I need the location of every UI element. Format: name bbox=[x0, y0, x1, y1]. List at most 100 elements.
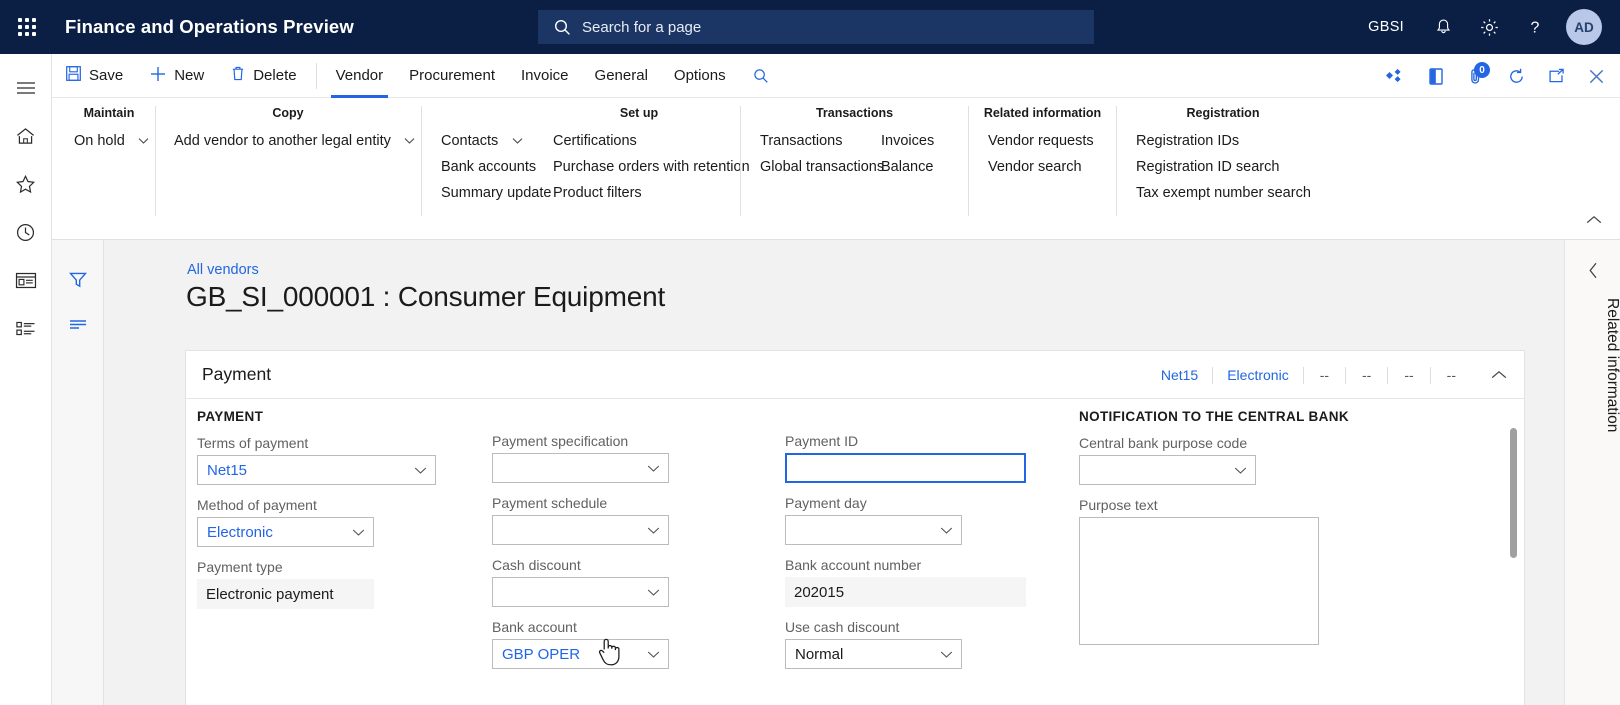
field-payment-type-label: Payment type bbox=[197, 559, 283, 575]
ribbon-item-registration-ids[interactable]: Registration IDs bbox=[1126, 128, 1321, 154]
ribbon-collapse-button[interactable] bbox=[1580, 208, 1608, 232]
ribbon-item-transactions[interactable]: Transactions bbox=[750, 128, 871, 154]
home-icon[interactable] bbox=[0, 112, 52, 160]
bank-account-combobox[interactable]: GBP OPER bbox=[492, 639, 669, 669]
favorites-star-icon[interactable] bbox=[0, 160, 52, 208]
purpose-text-textarea[interactable] bbox=[1079, 517, 1319, 645]
delete-button[interactable]: Delete bbox=[217, 54, 309, 98]
attachment-icon[interactable]: 0 bbox=[1456, 54, 1496, 98]
modules-list-icon[interactable] bbox=[0, 304, 52, 352]
breadcrumb[interactable]: All vendors bbox=[187, 262, 259, 278]
field-method-of-payment-label: Method of payment bbox=[197, 497, 317, 513]
chevron-down-icon bbox=[646, 523, 660, 537]
new-button[interactable]: New bbox=[136, 54, 217, 98]
help-question-icon[interactable]: ? bbox=[1512, 0, 1558, 54]
payment-section-header: Payment Net15 Electronic -- -- -- -- bbox=[186, 351, 1524, 399]
ribbon-item-vendor-search[interactable]: Vendor search bbox=[978, 154, 1104, 180]
close-icon[interactable] bbox=[1576, 54, 1616, 98]
office-app-icon[interactable] bbox=[1416, 54, 1456, 98]
terms-of-payment-value: Net15 bbox=[207, 461, 248, 479]
ribbon-item-summary-update[interactable]: Summary update bbox=[431, 180, 551, 206]
ribbon-item-contacts[interactable]: Contacts bbox=[431, 128, 543, 154]
ribbon-group-set-up-title: Set up bbox=[619, 106, 659, 120]
global-search-input[interactable]: Search for a page bbox=[538, 10, 1094, 44]
central-bank-purpose-code-combobox[interactable] bbox=[1079, 455, 1256, 485]
ribbon-item-add-vendor-label: Add vendor to another legal entity bbox=[174, 133, 391, 149]
chevron-down-icon bbox=[351, 525, 365, 539]
left-navigation-rail bbox=[0, 54, 52, 705]
payment-specification-combobox[interactable] bbox=[492, 453, 669, 483]
payment-day-combobox[interactable] bbox=[785, 515, 962, 545]
tab-general[interactable]: General bbox=[582, 54, 661, 98]
command-search-icon[interactable] bbox=[739, 68, 783, 84]
tab-options[interactable]: Options bbox=[661, 54, 739, 98]
terms-of-payment-combobox[interactable]: Net15 bbox=[197, 455, 436, 485]
field-payment-type: Payment type Electronic payment bbox=[197, 559, 447, 609]
chevron-down-icon bbox=[403, 134, 417, 148]
ribbon-item-certifications[interactable]: Certifications bbox=[543, 128, 760, 154]
ribbon-item-tax-exempt-number-search[interactable]: Tax exempt number search bbox=[1126, 180, 1321, 206]
ribbon-item-on-hold-label: On hold bbox=[74, 133, 125, 149]
filter-funnel-icon[interactable] bbox=[52, 258, 104, 302]
field-purpose-text-label: Purpose text bbox=[1079, 497, 1158, 513]
tab-invoice[interactable]: Invoice bbox=[508, 54, 582, 98]
cash-discount-combobox[interactable] bbox=[492, 577, 669, 607]
tab-procurement[interactable]: Procurement bbox=[396, 54, 508, 98]
tab-vendor[interactable]: Vendor bbox=[323, 54, 397, 98]
share-diamonds-icon[interactable] bbox=[1376, 54, 1416, 98]
save-button[interactable]: Save bbox=[52, 54, 136, 98]
ribbon-item-purchase-orders-with-retention[interactable]: Purchase orders with retention bbox=[543, 154, 760, 180]
payment-id-input[interactable] bbox=[785, 453, 1026, 483]
field-payment-specification: Payment specification bbox=[492, 433, 682, 483]
ribbon-group-registration-title: Registration bbox=[1186, 106, 1260, 120]
refresh-icon[interactable] bbox=[1496, 54, 1536, 98]
company-selector[interactable]: GBSI bbox=[1352, 0, 1420, 54]
ribbon-group-related-information: Related information Vendor requests Vend… bbox=[968, 106, 1116, 216]
field-use-cash-discount: Use cash discount Normal bbox=[785, 619, 1035, 669]
avatar[interactable]: AD bbox=[1566, 9, 1602, 45]
related-information-label[interactable]: Related information bbox=[1565, 298, 1620, 432]
app-title: Finance and Operations Preview bbox=[65, 16, 354, 37]
method-of-payment-value: Electronic bbox=[207, 523, 273, 541]
summary-method-of-payment[interactable]: Electronic bbox=[1213, 366, 1304, 384]
form-column-payment-id: Payment ID Payment day Bank account numb… bbox=[785, 409, 1035, 681]
recent-clock-icon[interactable] bbox=[0, 208, 52, 256]
popout-icon[interactable] bbox=[1536, 54, 1576, 98]
chevron-down-icon bbox=[1233, 463, 1247, 477]
content-area: All vendors GB_SI_000001 : Consumer Equi… bbox=[105, 240, 1529, 705]
top-bar-right-group: GBSI ? AD bbox=[1352, 0, 1620, 54]
page-title: GB_SI_000001 : Consumer Equipment bbox=[186, 281, 666, 312]
list-lines-icon[interactable] bbox=[52, 302, 104, 346]
ribbon-item-bank-accounts[interactable]: Bank accounts bbox=[431, 154, 543, 180]
new-button-label: New bbox=[174, 67, 205, 84]
vertical-scrollbar-thumb[interactable] bbox=[1510, 428, 1517, 558]
ribbon-item-balance-label: Balance bbox=[881, 159, 934, 175]
ribbon-item-registration-id-search[interactable]: Registration ID search bbox=[1126, 154, 1321, 180]
field-cash-discount-label: Cash discount bbox=[492, 557, 581, 573]
ribbon-item-add-vendor-to-another-legal-entity[interactable]: Add vendor to another legal entity bbox=[164, 128, 427, 154]
ribbon-item-balance[interactable]: Balance bbox=[871, 154, 944, 180]
ribbon-item-registration-ids-label: Registration IDs bbox=[1136, 133, 1240, 149]
ribbon-item-contacts-label: Contacts bbox=[441, 133, 499, 149]
ribbon-item-invoices[interactable]: Invoices bbox=[871, 128, 944, 154]
field-bank-account-number-label: Bank account number bbox=[785, 557, 922, 573]
ribbon-item-on-hold[interactable]: On hold bbox=[64, 128, 161, 154]
related-information-collapse-button[interactable] bbox=[1565, 250, 1620, 290]
gear-icon[interactable] bbox=[1466, 0, 1512, 54]
app-launcher-icon[interactable] bbox=[0, 0, 54, 54]
summary-terms-of-payment[interactable]: Net15 bbox=[1147, 366, 1214, 384]
vertical-scrollbar-track[interactable] bbox=[1510, 240, 1525, 705]
ribbon-item-product-filters[interactable]: Product filters bbox=[543, 180, 760, 206]
method-of-payment-combobox[interactable]: Electronic bbox=[197, 517, 374, 547]
payment-section-collapse-button[interactable] bbox=[1486, 363, 1512, 387]
field-payment-id-label: Payment ID bbox=[785, 433, 859, 449]
hamburger-menu-icon[interactable] bbox=[0, 64, 52, 112]
payment-schedule-combobox[interactable] bbox=[492, 515, 669, 545]
ribbon-item-bank-accounts-label: Bank accounts bbox=[441, 159, 537, 175]
use-cash-discount-combobox[interactable]: Normal bbox=[785, 639, 962, 669]
ribbon-item-vendor-requests[interactable]: Vendor requests bbox=[978, 128, 1104, 154]
ribbon-item-global-transactions[interactable]: Global transactions bbox=[750, 154, 884, 180]
workspaces-icon[interactable] bbox=[0, 256, 52, 304]
ribbon-item-invoices-label: Invoices bbox=[881, 133, 935, 149]
notification-bell-icon[interactable] bbox=[1420, 0, 1466, 54]
